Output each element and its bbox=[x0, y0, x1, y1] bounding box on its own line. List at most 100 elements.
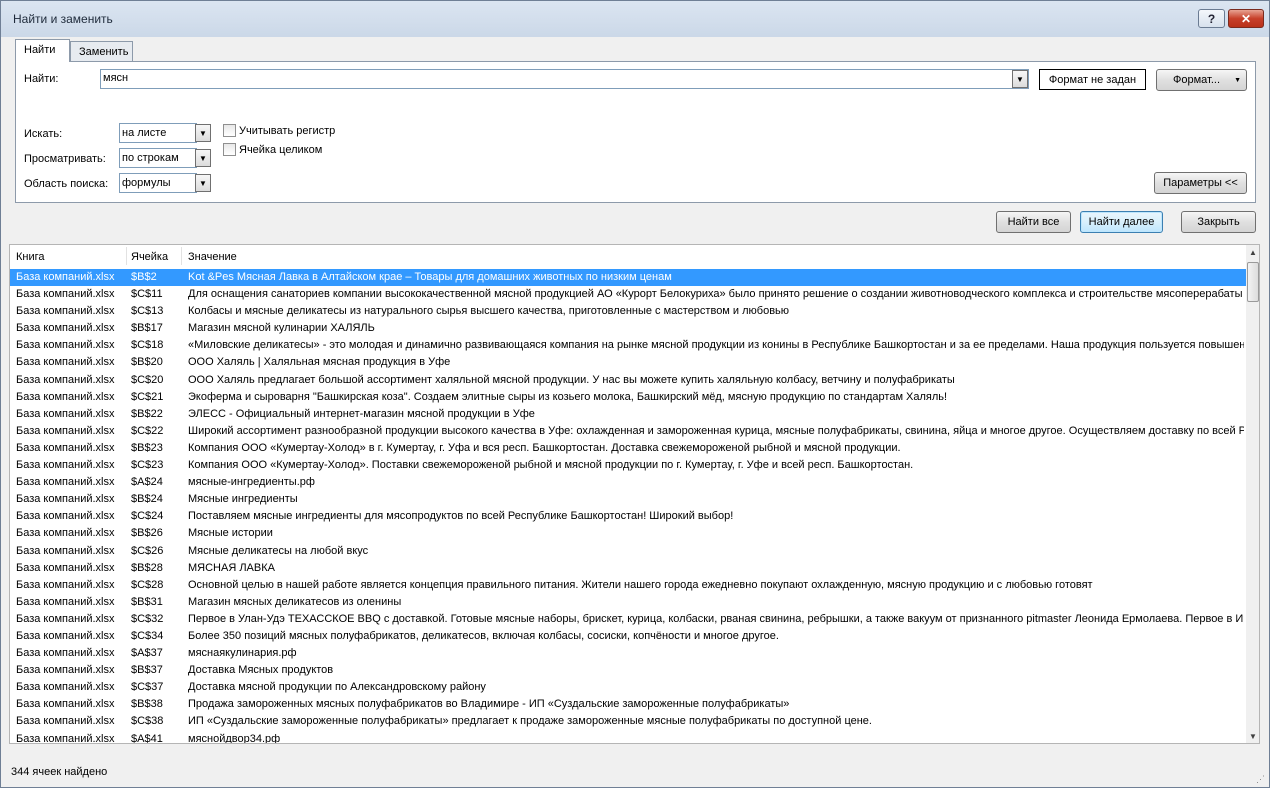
chevron-down-icon: ▼ bbox=[1234, 76, 1241, 84]
resize-grip-icon[interactable]: ⋰ bbox=[1256, 774, 1266, 784]
result-row[interactable]: База компаний.xlsx $C$13 Колбасы и мясные … bbox=[10, 303, 1246, 320]
result-row[interactable]: База компаний.xlsx $C$11 Для оснащения сан… bbox=[10, 286, 1246, 303]
result-cell: $B$23 bbox=[131, 441, 163, 454]
result-value: мясные-ингредиенты.рф bbox=[188, 476, 315, 489]
find-next-button[interactable]: Найти далее bbox=[1080, 211, 1163, 233]
result-value: Компания ООО «Кумертау-Холод». Поставки … bbox=[188, 459, 914, 472]
chevron-down-icon: ▼ bbox=[199, 128, 207, 138]
column-divider[interactable] bbox=[126, 247, 127, 265]
result-row[interactable]: База компаний.xlsx $C$20 ООО Халяль предла… bbox=[10, 372, 1246, 389]
result-row[interactable]: База компаний.xlsx $C$37 Доставка мясной п… bbox=[10, 679, 1246, 696]
result-row[interactable]: База компаний.xlsx $B$26 Мясные истории bbox=[10, 525, 1246, 542]
search-dropdown[interactable]: ▼ bbox=[195, 149, 211, 167]
tab-replace[interactable]: Заменить bbox=[70, 41, 133, 61]
result-value: Экоферма и сыроварня "Башкирская коза". … bbox=[188, 390, 948, 403]
result-book: База компаний.xlsx bbox=[16, 681, 115, 694]
result-book: База компаний.xlsx bbox=[16, 578, 115, 591]
result-cell: $C$28 bbox=[131, 578, 164, 591]
result-row[interactable]: База компаний.xlsx $C$21 Экоферма и сырова… bbox=[10, 389, 1246, 406]
match-case-checkbox[interactable] bbox=[223, 124, 236, 137]
result-cell: $B$20 bbox=[131, 356, 163, 369]
chevron-down-icon: ▼ bbox=[1016, 74, 1024, 84]
close-button[interactable]: Закрыть bbox=[1181, 211, 1256, 233]
scroll-up-icon[interactable]: ▲ bbox=[1249, 248, 1257, 257]
result-row[interactable]: База компаний.xlsx $C$34 Более 350 позиций… bbox=[10, 628, 1246, 645]
result-value: Доставка мясной продукции по Александров… bbox=[188, 681, 486, 694]
result-row[interactable]: База компаний.xlsx $B$22 ЭЛЕСС - Официальн… bbox=[10, 406, 1246, 423]
result-cell: $C$18 bbox=[131, 339, 164, 352]
within-select[interactable]: на листе bbox=[119, 123, 197, 143]
chevron-down-icon: ▼ bbox=[199, 153, 207, 163]
vertical-scroll-thumb[interactable] bbox=[1247, 262, 1259, 302]
result-value: Основной целью в нашей работе является к… bbox=[188, 578, 1093, 591]
result-book: База компаний.xlsx bbox=[16, 493, 115, 506]
result-cell: $C$21 bbox=[131, 390, 164, 403]
column-header-book[interactable]: Книга bbox=[16, 251, 45, 263]
result-row[interactable]: База компаний.xlsx $C$18 «Миловские делика… bbox=[10, 337, 1246, 354]
result-row[interactable]: База компаний.xlsx $B$2 Kot &Pes Мясная Ла… bbox=[10, 269, 1246, 287]
find-all-button[interactable]: Найти все bbox=[996, 211, 1071, 233]
result-row[interactable]: База компаний.xlsx $C$32 Первое в Улан-Удэ… bbox=[10, 611, 1246, 628]
result-book: База компаний.xlsx bbox=[16, 561, 115, 574]
column-header-value[interactable]: Значение bbox=[188, 251, 237, 263]
result-value: Мясные деликатесы на любой вкус bbox=[188, 544, 369, 557]
column-header-cell[interactable]: Ячейка bbox=[131, 251, 168, 263]
result-row[interactable]: База компаний.xlsx $B$24 Мясные ингредиент… bbox=[10, 491, 1246, 508]
result-cell: $B$28 bbox=[131, 561, 163, 574]
result-value: Более 350 позиций мясных полуфабрикатов,… bbox=[188, 629, 779, 642]
result-book: База компаний.xlsx bbox=[16, 390, 115, 403]
close-window-button[interactable]: ✕ bbox=[1228, 9, 1264, 28]
result-row[interactable]: База компаний.xlsx $B$20 ООО Халяль | Халя… bbox=[10, 354, 1246, 371]
result-row[interactable]: База компаний.xlsx $C$26 Мясные деликатесы… bbox=[10, 543, 1246, 560]
help-button[interactable]: ? bbox=[1198, 9, 1225, 28]
result-row[interactable]: База компаний.xlsx $C$38 ИП «Суздальские з… bbox=[10, 713, 1246, 730]
lookin-select[interactable]: формулы bbox=[119, 173, 197, 193]
result-row[interactable]: База компаний.xlsx $C$24 Поставляем мясные… bbox=[10, 508, 1246, 525]
result-row[interactable]: База компаний.xlsx $A$37 мяснаякулинария.р… bbox=[10, 645, 1246, 662]
result-row[interactable]: База компаний.xlsx $B$31 Магазин мясных де… bbox=[10, 594, 1246, 611]
result-cell: $C$20 bbox=[131, 373, 164, 386]
format-button[interactable]: Формат... ▼ bbox=[1156, 69, 1247, 91]
result-value: Для оснащения санаториев компании высоко… bbox=[188, 288, 1243, 301]
result-row[interactable]: База компаний.xlsx $B$17 Магазин мясной ку… bbox=[10, 320, 1246, 337]
result-value: Продажа замороженных мясных полуфабрикат… bbox=[188, 698, 790, 711]
column-divider[interactable] bbox=[181, 247, 182, 265]
result-value: Колбасы и мясные деликатесы из натуральн… bbox=[188, 305, 790, 318]
vertical-scrollbar[interactable]: ▲ ▼ bbox=[1246, 245, 1259, 743]
result-book: База компаний.xlsx bbox=[16, 441, 115, 454]
result-cell: $A$24 bbox=[131, 476, 163, 489]
dialog-title: Найти и заменить bbox=[13, 12, 113, 26]
result-row[interactable]: База компаний.xlsx $C$23 Компания ООО «Кум… bbox=[10, 457, 1246, 474]
result-value: «Миловские деликатесы» - это молодая и д… bbox=[188, 339, 1244, 352]
result-row[interactable]: База компаний.xlsx $B$28 МЯСНАЯ ЛАВКА bbox=[10, 560, 1246, 577]
result-value: Первое в Улан-Удэ ТЕХАССКОЕ BBQ с достав… bbox=[188, 612, 1244, 625]
within-dropdown[interactable]: ▼ bbox=[195, 124, 211, 142]
result-cell: $C$34 bbox=[131, 629, 164, 642]
tab-find[interactable]: Найти bbox=[15, 39, 70, 62]
result-row[interactable]: База компаний.xlsx $A$41 мяснойдвор34.рф bbox=[10, 731, 1246, 743]
result-row[interactable]: База компаний.xlsx $C$22 Широкий ассортиме… bbox=[10, 423, 1246, 440]
result-row[interactable]: База компаний.xlsx $A$24 мясные-ингредиент… bbox=[10, 474, 1246, 491]
search-select[interactable]: по строкам bbox=[119, 148, 197, 168]
result-book: База компаний.xlsx bbox=[16, 715, 115, 728]
result-value: Мясные истории bbox=[188, 527, 273, 540]
scroll-down-icon[interactable]: ▼ bbox=[1249, 732, 1257, 741]
parameters-button[interactable]: Параметры << bbox=[1154, 172, 1247, 194]
result-row[interactable]: База компаний.xlsx $B$23 Компания ООО «Кум… bbox=[10, 440, 1246, 457]
result-row[interactable]: База компаний.xlsx $B$37 Доставка Мясных п… bbox=[10, 662, 1246, 679]
results-list[interactable]: Книга Ячейка Значение База компаний.xlsx… bbox=[9, 244, 1260, 744]
result-book: База компаний.xlsx bbox=[16, 407, 115, 420]
result-cell: $C$13 bbox=[131, 305, 164, 318]
result-row[interactable]: База компаний.xlsx $B$38 Продажа заморожен… bbox=[10, 696, 1246, 713]
result-value: ООО Халяль | Халяльная мясная продукция … bbox=[188, 356, 451, 369]
result-book: База компаний.xlsx bbox=[16, 459, 115, 472]
find-input[interactable]: мясн bbox=[100, 69, 1029, 89]
result-row[interactable]: База компаний.xlsx $C$28 Основной целью в … bbox=[10, 577, 1246, 594]
find-history-dropdown[interactable]: ▼ bbox=[1012, 70, 1028, 88]
result-cell: $C$23 bbox=[131, 459, 164, 472]
lookin-dropdown[interactable]: ▼ bbox=[195, 174, 211, 192]
match-entire-checkbox[interactable] bbox=[223, 143, 236, 156]
result-cell: $B$37 bbox=[131, 664, 163, 677]
result-cell: $B$26 bbox=[131, 527, 163, 540]
result-cell: $B$2 bbox=[131, 271, 157, 283]
